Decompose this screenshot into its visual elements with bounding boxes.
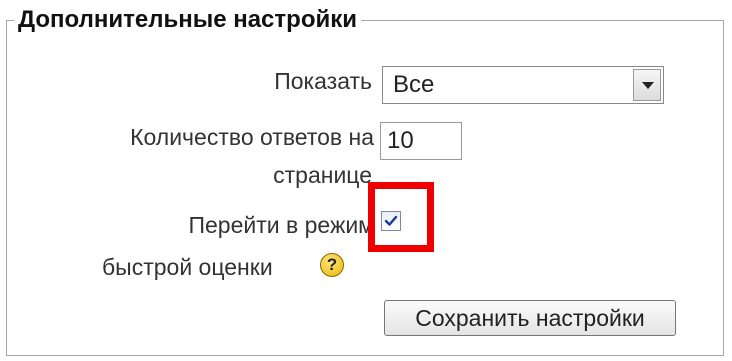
- per-page-input[interactable]: [380, 122, 462, 160]
- fieldset-legend: Дополнительные настройки: [14, 3, 361, 37]
- quick-grading-label-line1: Перейти в режим: [188, 212, 374, 238]
- chevron-down-icon: [642, 82, 654, 89]
- quick-grading-label-line2: быстрой оценки: [102, 254, 273, 280]
- per-page-label-line1: Количество ответов на: [130, 124, 374, 150]
- show-label: Показать: [274, 68, 372, 94]
- question-mark-help-icon[interactable]: ?: [320, 253, 344, 277]
- per-page-label-line2: странице: [273, 162, 372, 188]
- show-select-value: Все: [393, 71, 435, 98]
- red-highlight-box: [368, 182, 434, 252]
- dropdown-arrow-button[interactable]: [633, 69, 661, 101]
- show-select[interactable]: Все: [382, 66, 664, 104]
- save-settings-button[interactable]: Сохранить настройки: [384, 300, 676, 336]
